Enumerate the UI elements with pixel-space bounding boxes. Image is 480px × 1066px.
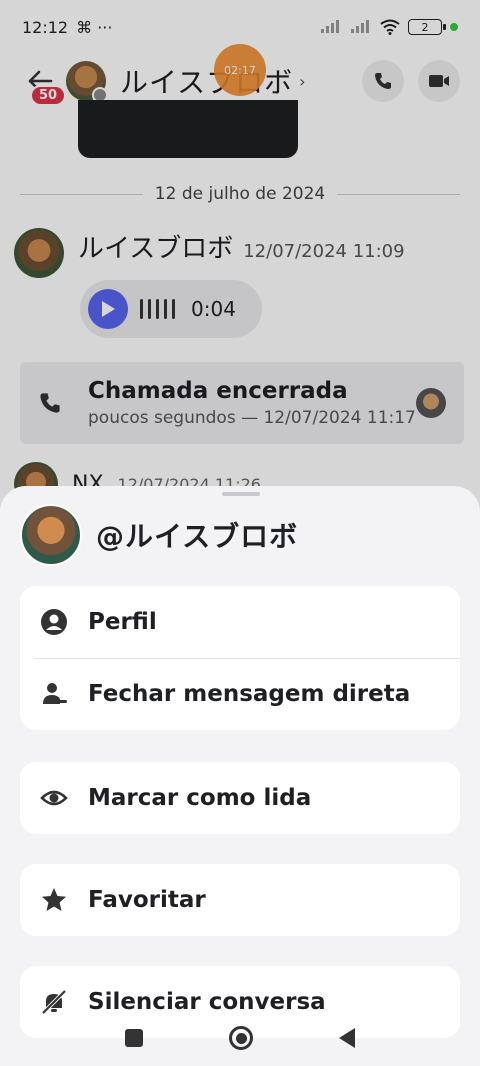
sheet-header: @ルイスブロボ (20, 504, 298, 566)
profile-icon (40, 608, 68, 636)
menu-group: Favoritar (20, 864, 460, 936)
menu-item-label: Marcar como lida (88, 785, 312, 811)
system-nav-bar (0, 1010, 480, 1066)
menu-item-label: Perfil (88, 609, 157, 635)
home-button[interactable] (229, 1026, 253, 1050)
star-icon (40, 886, 68, 914)
menu-group: Marcar como lida (20, 762, 460, 834)
close-dm-icon (40, 680, 68, 708)
eye-icon (40, 784, 68, 812)
menu-item-mark-read[interactable]: Marcar como lida (20, 762, 460, 834)
menu-group: Perfil Fechar mensagem direta (20, 586, 460, 730)
back-nav-button[interactable] (339, 1028, 355, 1048)
recents-button[interactable] (125, 1029, 143, 1047)
menu-item-close-dm[interactable]: Fechar mensagem direta (20, 658, 460, 730)
menu-item-profile[interactable]: Perfil (20, 586, 460, 658)
drag-handle[interactable] (222, 492, 260, 496)
bottom-sheet: @ルイスブロボ Perfil Fechar mensagem direta Ma… (0, 486, 480, 1066)
user-handle: @ルイスブロボ (96, 520, 299, 553)
menu-item-label: Fechar mensagem direta (88, 681, 411, 707)
menu-item-label: Favoritar (88, 887, 206, 913)
avatar[interactable] (20, 504, 82, 566)
menu-item-favorite[interactable]: Favoritar (20, 864, 460, 936)
